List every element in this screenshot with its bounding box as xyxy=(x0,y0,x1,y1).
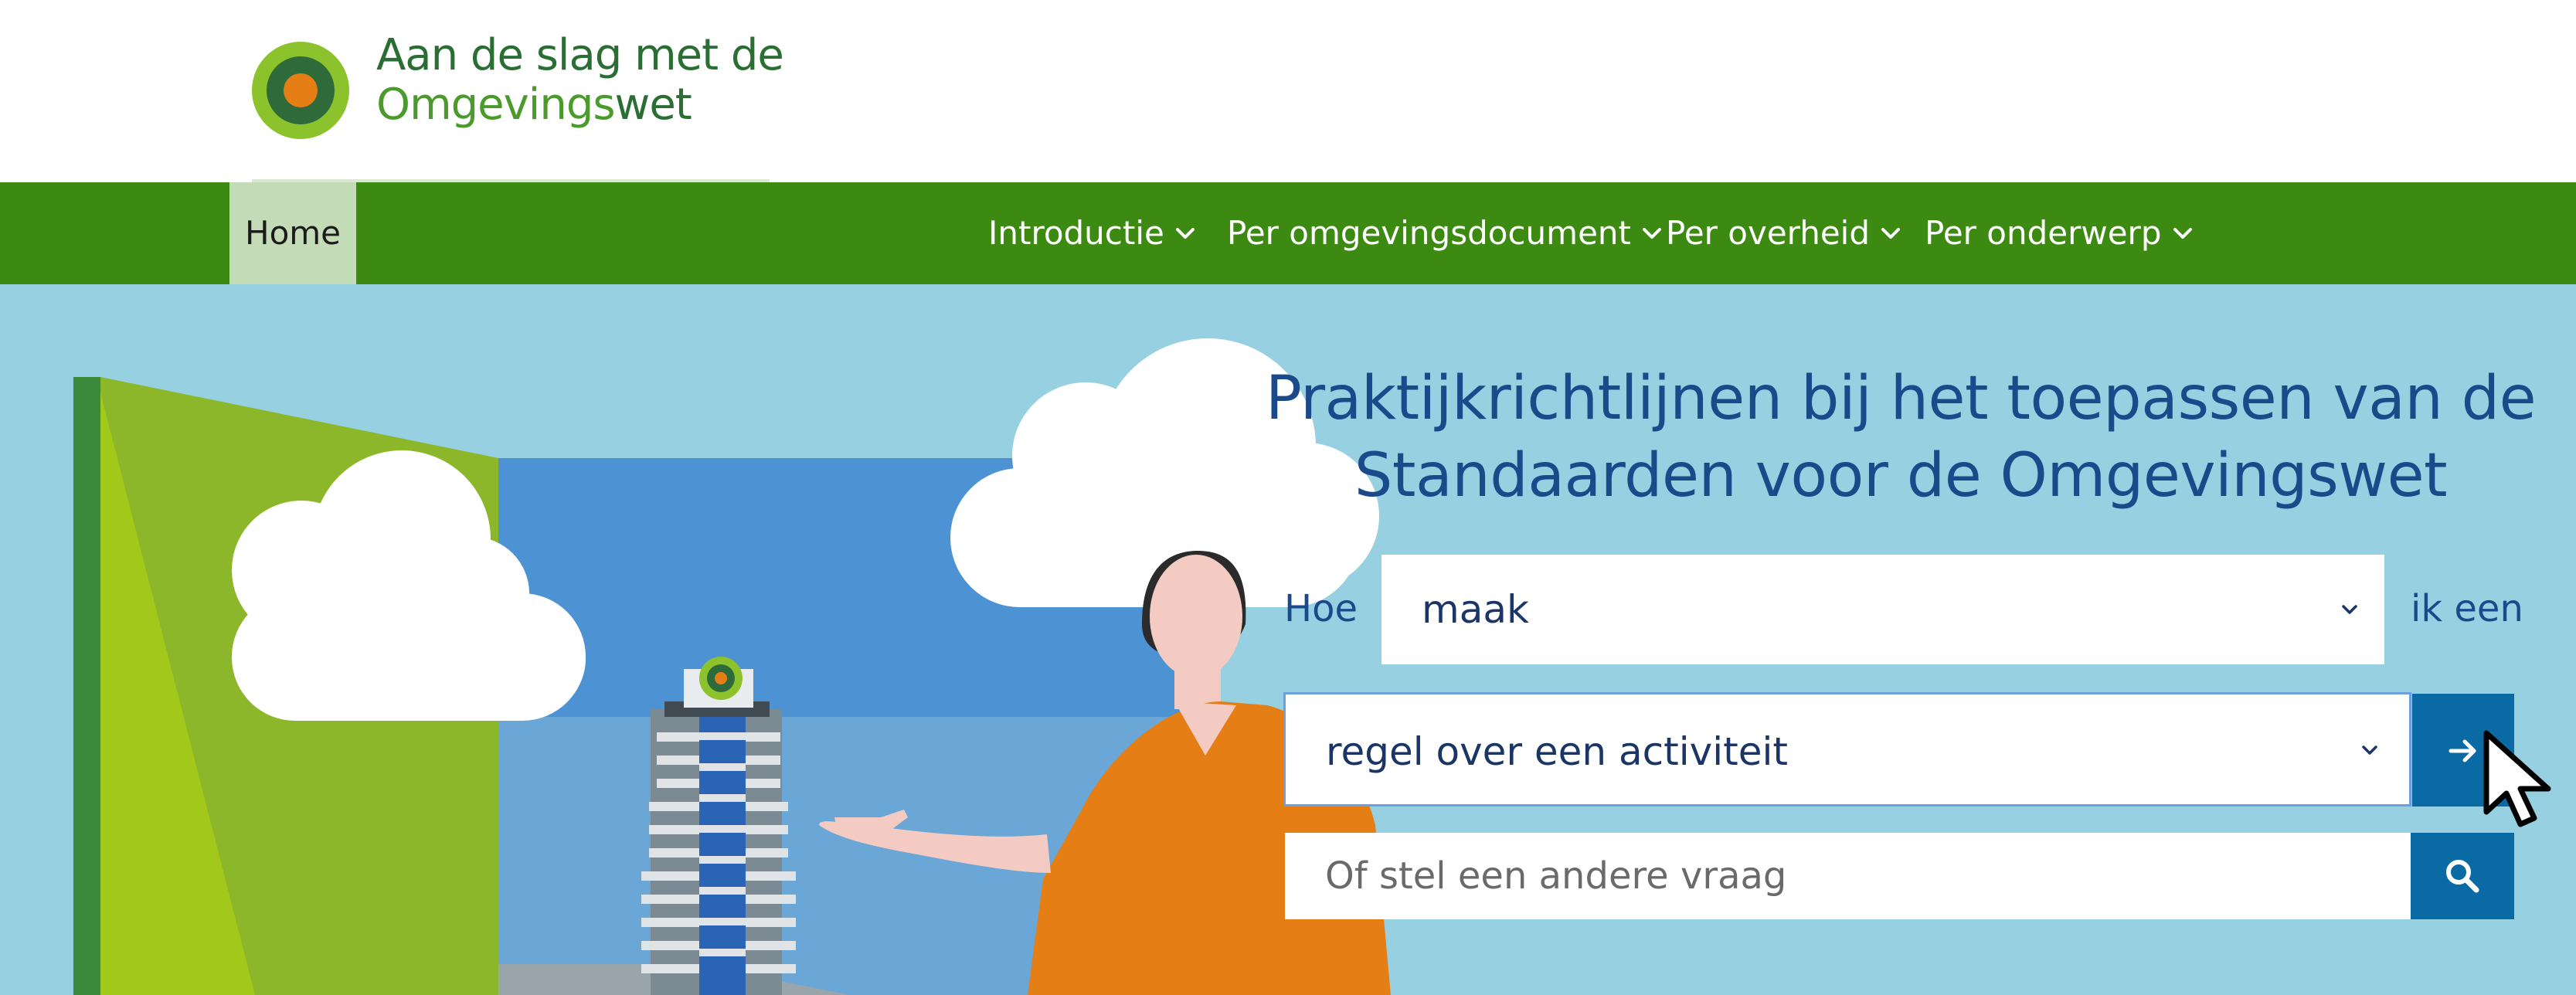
nav-per-omgevingsdocument[interactable]: Per omgevingsdocument xyxy=(1227,182,1665,284)
logo-wordmark[interactable]: Aan de slag met de Omgevingswet xyxy=(376,30,784,130)
chevron-down-icon xyxy=(2342,605,2357,614)
hero-title-line-1: Praktijkrichtlijnen bij het toepassen va… xyxy=(1265,364,2537,433)
nav-home[interactable]: Home xyxy=(229,182,356,284)
object-select[interactable]: regel over een activiteit xyxy=(1283,692,2411,807)
hero-title-line-2: Standaarden voor de Omgevingswet xyxy=(1354,441,2448,511)
nav-per-overheid[interactable]: Per overheid xyxy=(1666,182,1904,284)
question-prefix: Hoe xyxy=(1284,587,1358,630)
nav-per-onderwerp[interactable]: Per onderwerp xyxy=(1925,182,2196,284)
verb-select[interactable]: maak xyxy=(1381,555,2384,664)
chevron-down-icon xyxy=(1643,227,1661,239)
nav-label: Per onderwerp xyxy=(1925,214,2162,252)
chevron-down-icon xyxy=(1881,227,1900,239)
verb-select-value: maak xyxy=(1422,587,1529,632)
logo-line-2: Omgevingswet xyxy=(376,80,692,130)
main-navigation: Home Introductie Per omgevingsdocument P… xyxy=(0,182,2576,284)
nav-label: Per omgevingsdocument xyxy=(1227,214,1631,252)
mouse-cursor-icon xyxy=(2483,730,2551,827)
site-header: Aan de slag met de Omgevingswet xyxy=(0,0,2576,182)
chevron-down-icon xyxy=(2362,745,2377,755)
search-input[interactable]: Of stel een andere vraag xyxy=(1285,833,2411,919)
question-suffix: ik een xyxy=(2411,587,2523,630)
object-select-value: regel over een activiteit xyxy=(1326,729,1788,774)
search-button[interactable] xyxy=(2411,833,2514,919)
nav-label: Introductie xyxy=(988,214,1164,252)
logo-icon[interactable] xyxy=(252,42,349,139)
hero-section: Praktijkrichtlijnen bij het toepassen va… xyxy=(0,284,2576,995)
nav-introductie[interactable]: Introductie xyxy=(988,182,1198,284)
chevron-down-icon xyxy=(2173,227,2192,239)
hero-title: Praktijkrichtlijnen bij het toepassen va… xyxy=(1252,360,2550,514)
logo-line-1: Aan de slag met de xyxy=(376,30,784,80)
nav-label: Per overheid xyxy=(1666,214,1870,252)
door-panel xyxy=(73,377,100,995)
search-icon xyxy=(2446,860,2479,893)
arrow-right-icon xyxy=(2449,739,2476,762)
chevron-down-icon xyxy=(1175,227,1195,239)
